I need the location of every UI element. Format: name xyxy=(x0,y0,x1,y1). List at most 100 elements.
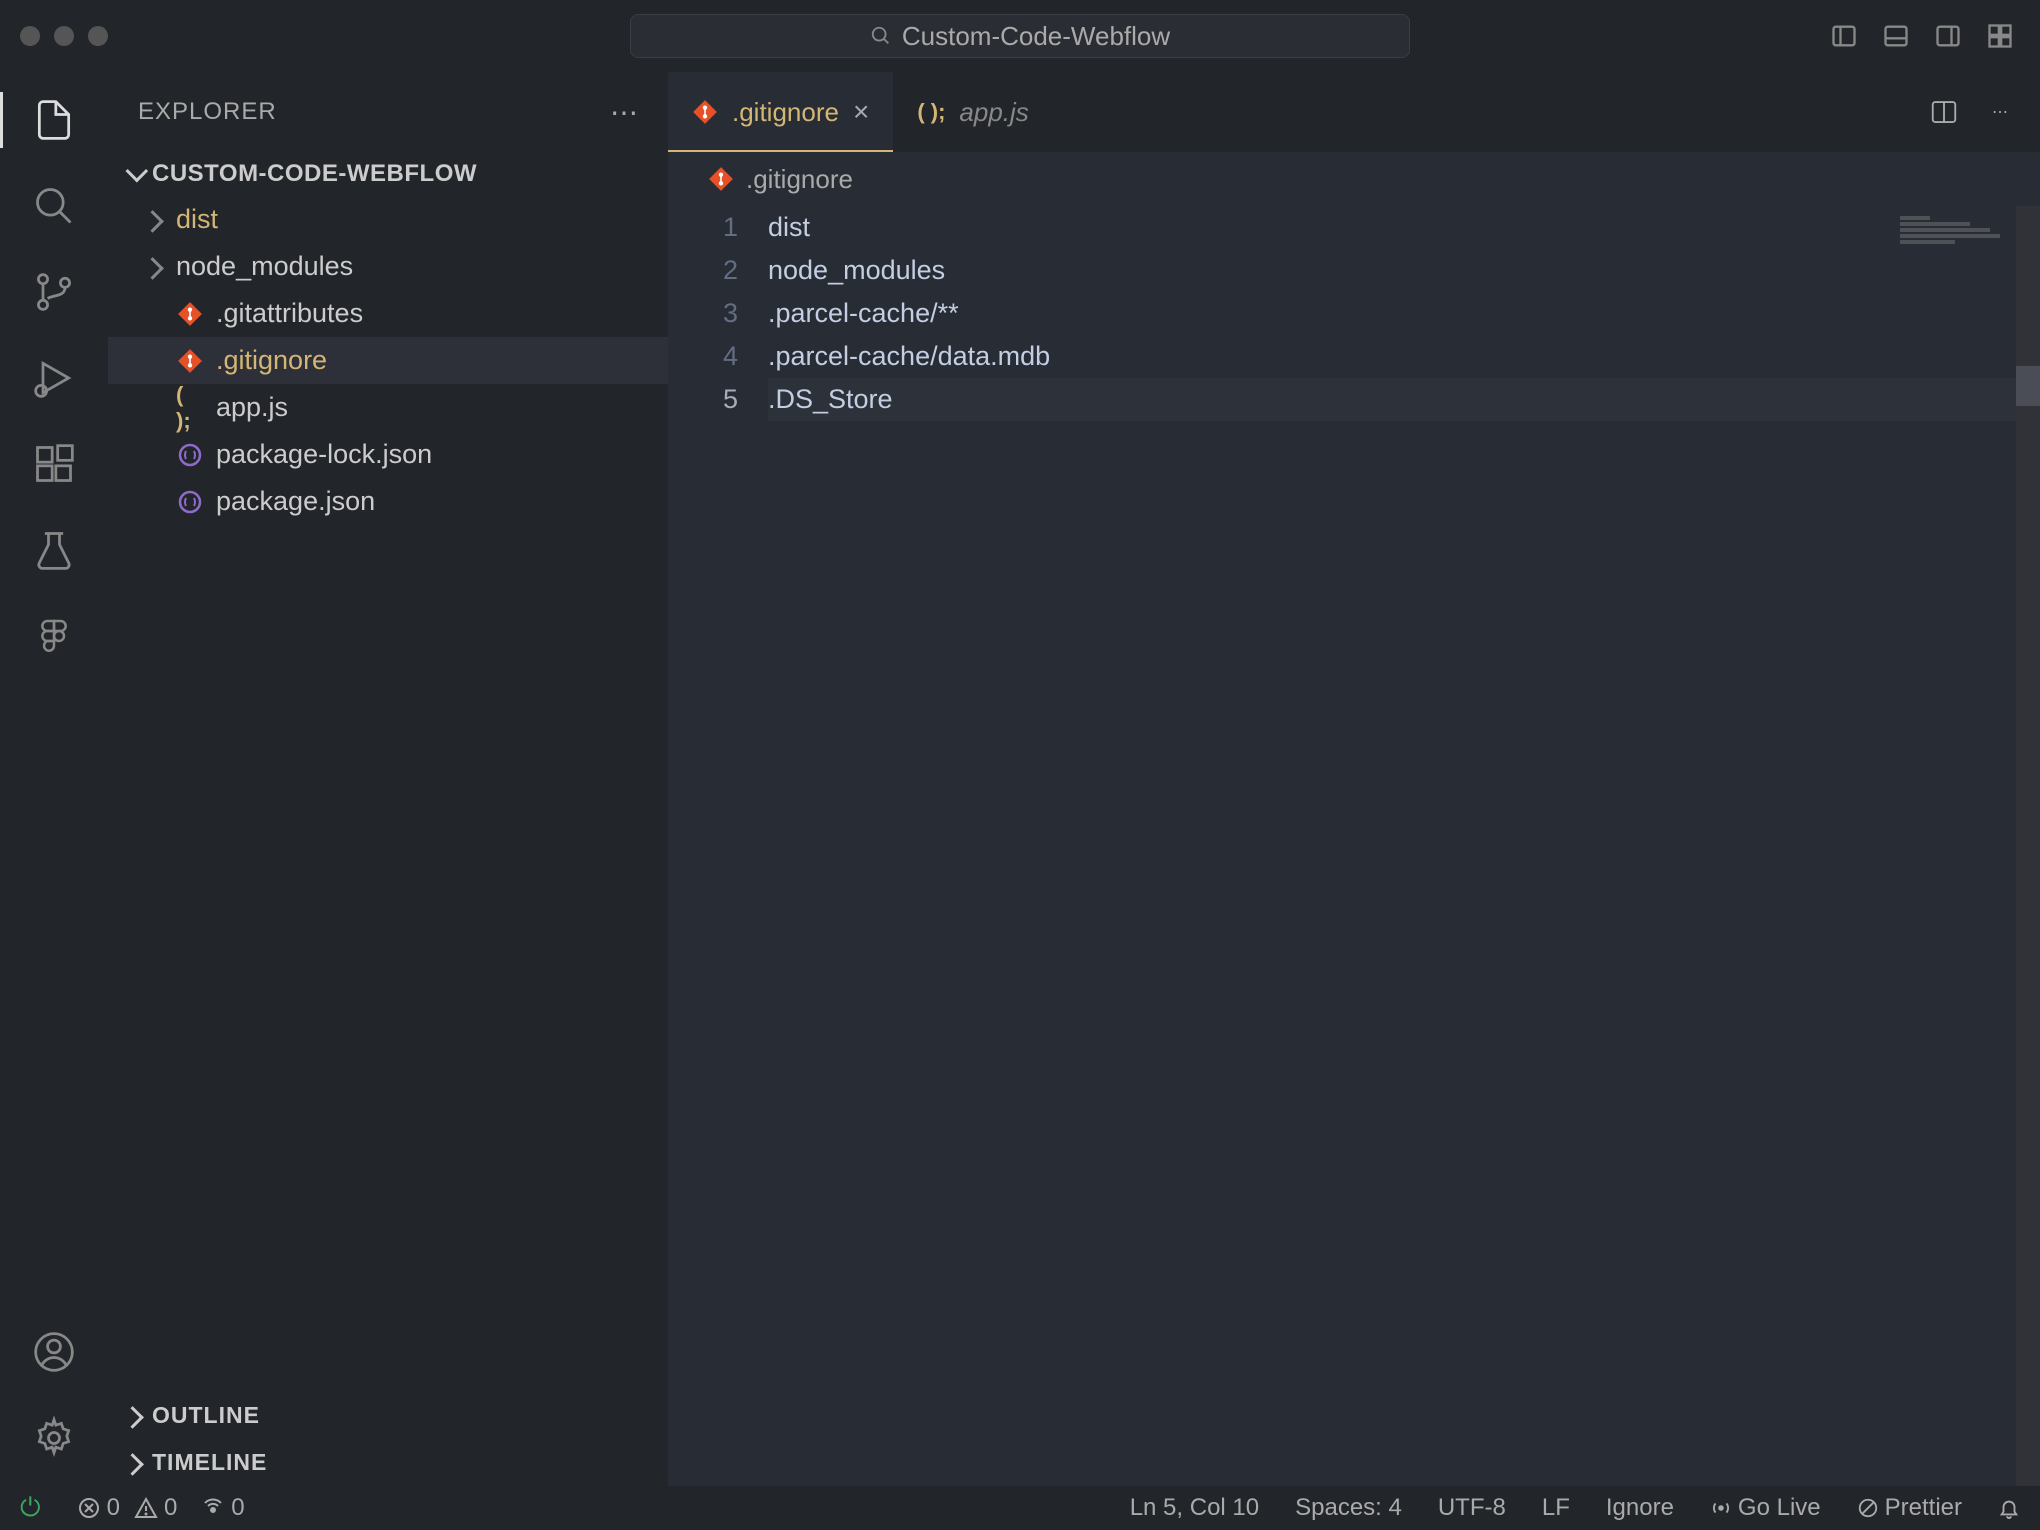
split-editor-button[interactable] xyxy=(1924,92,1964,132)
tab-label: .gitignore xyxy=(732,97,839,128)
cursor-position[interactable]: Ln 5, Col 10 xyxy=(1130,1494,1259,1522)
timeline-section[interactable]: TIMELINE xyxy=(108,1439,668,1486)
accounts-activity[interactable] xyxy=(26,1324,82,1380)
figma-icon xyxy=(34,616,74,656)
minimize-window-button[interactable] xyxy=(54,26,74,46)
tree-file-package-json[interactable]: package.json xyxy=(108,478,668,525)
line-number: 2 xyxy=(668,249,738,292)
tree-file-app-js[interactable]: ( ); app.js xyxy=(108,384,668,431)
editor-more-button[interactable]: ⋯ xyxy=(1980,92,2020,132)
line-number: 5 xyxy=(668,378,738,421)
explorer-header: EXPLORER ⋯ xyxy=(108,72,668,152)
settings-activity[interactable] xyxy=(26,1410,82,1466)
indentation-status[interactable]: Spaces: 4 xyxy=(1295,1494,1402,1522)
tree-folder-node-modules[interactable]: node_modules xyxy=(108,243,668,290)
outline-section[interactable]: OUTLINE xyxy=(108,1392,668,1439)
notifications-button[interactable] xyxy=(1998,1497,2020,1519)
code-lines[interactable]: dist node_modules .parcel-cache/** .parc… xyxy=(768,206,2040,1486)
tree-file-package-lock[interactable]: package-lock.json xyxy=(108,431,668,478)
source-control-activity[interactable] xyxy=(26,264,82,320)
warning-icon xyxy=(134,1496,158,1520)
warning-count: 0 xyxy=(164,1494,177,1522)
broadcast-icon xyxy=(1710,1497,1732,1519)
toggle-secondary-sidebar-button[interactable] xyxy=(1928,16,1968,56)
explorer-sidebar: EXPLORER ⋯ CUSTOM-CODE-WEBFLOW dist node… xyxy=(108,72,668,1486)
code-line: .parcel-cache/data.mdb xyxy=(768,335,2040,378)
figma-activity[interactable] xyxy=(26,608,82,664)
tree-file-gitattributes[interactable]: .gitattributes xyxy=(108,290,668,337)
js-file-icon: ( ); xyxy=(176,394,204,422)
git-file-icon xyxy=(708,166,734,192)
search-activity[interactable] xyxy=(26,178,82,234)
code-line: dist xyxy=(768,206,2040,249)
json-file-icon xyxy=(176,441,204,469)
titlebar: ← → Custom-Code-Webflow xyxy=(0,0,2040,72)
code-line: node_modules xyxy=(768,249,2040,292)
tree-item-label: .gitattributes xyxy=(216,298,363,329)
git-file-icon xyxy=(176,300,204,328)
toggle-panel-button[interactable] xyxy=(1876,16,1916,56)
workspace-folder-header[interactable]: CUSTOM-CODE-WEBFLOW xyxy=(108,152,668,196)
command-center-search[interactable]: Custom-Code-Webflow xyxy=(630,14,1410,58)
line-gutter: 1 2 3 4 5 xyxy=(668,206,768,1486)
vertical-scrollbar[interactable] xyxy=(2016,206,2040,1486)
error-count: 0 xyxy=(107,1494,120,1522)
tab-app-js[interactable]: ( ); app.js xyxy=(893,72,1052,152)
close-window-button[interactable] xyxy=(20,26,40,46)
error-icon xyxy=(77,1496,101,1520)
toggle-primary-sidebar-button[interactable] xyxy=(1824,16,1864,56)
encoding-status[interactable]: UTF-8 xyxy=(1438,1494,1506,1522)
chevron-right-icon xyxy=(141,257,164,280)
explorer-more-button[interactable]: ⋯ xyxy=(610,96,638,129)
eol-status[interactable]: LF xyxy=(1542,1494,1570,1522)
search-icon xyxy=(870,25,892,47)
breadcrumb-file: .gitignore xyxy=(746,164,853,195)
search-icon xyxy=(32,184,76,228)
editor-content[interactable]: 1 2 3 4 5 dist node_modules .parcel-cach… xyxy=(668,206,2040,1486)
tab-close-button[interactable]: × xyxy=(853,96,869,128)
maximize-window-button[interactable] xyxy=(88,26,108,46)
window-controls xyxy=(20,26,108,46)
editor-area: .gitignore × ( ); app.js ⋯ .gitignore 1 … xyxy=(668,72,2040,1486)
ports-status[interactable]: 0 xyxy=(201,1494,244,1522)
customize-layout-button[interactable] xyxy=(1980,16,2020,56)
tree-item-label: dist xyxy=(176,204,218,235)
tree-item-label: .gitignore xyxy=(216,345,327,376)
titlebar-layout-actions xyxy=(1824,16,2020,56)
file-tree: dist node_modules .gitattributes .gitign… xyxy=(108,196,668,1392)
search-text: Custom-Code-Webflow xyxy=(902,21,1170,52)
breadcrumb[interactable]: .gitignore xyxy=(668,152,2040,206)
ports-count: 0 xyxy=(231,1494,244,1522)
minimap[interactable] xyxy=(1900,216,2020,256)
line-number: 4 xyxy=(668,335,738,378)
beaker-icon xyxy=(32,528,76,572)
tree-file-gitignore[interactable]: .gitignore xyxy=(108,337,668,384)
git-branch-icon xyxy=(32,270,76,314)
tree-folder-dist[interactable]: dist xyxy=(108,196,668,243)
prettier-status[interactable]: Prettier xyxy=(1857,1494,1962,1522)
git-file-icon xyxy=(176,347,204,375)
go-live-button[interactable]: Go Live xyxy=(1710,1494,1821,1522)
testing-activity[interactable] xyxy=(26,522,82,578)
json-file-icon xyxy=(176,488,204,516)
tree-item-label: package-lock.json xyxy=(216,439,432,470)
code-line: .parcel-cache/** xyxy=(768,292,2040,335)
tab-label: app.js xyxy=(959,97,1028,128)
chevron-right-icon xyxy=(141,210,164,233)
account-icon xyxy=(32,1330,76,1374)
tab-gitignore[interactable]: .gitignore × xyxy=(668,72,893,152)
run-debug-activity[interactable] xyxy=(26,350,82,406)
chevron-down-icon xyxy=(126,160,149,183)
explorer-activity[interactable] xyxy=(26,92,82,148)
problems-status[interactable]: 0 0 xyxy=(77,1494,178,1522)
extensions-activity[interactable] xyxy=(26,436,82,492)
activity-bar xyxy=(0,72,108,1486)
workspace-folder-name: CUSTOM-CODE-WEBFLOW xyxy=(152,160,477,188)
chevron-right-icon xyxy=(121,1406,144,1429)
git-file-icon xyxy=(692,99,718,125)
remote-indicator[interactable]: ⏻ xyxy=(20,1492,41,1524)
line-number: 3 xyxy=(668,292,738,335)
tab-bar: .gitignore × ( ); app.js ⋯ xyxy=(668,72,2040,152)
tree-item-label: app.js xyxy=(216,392,288,423)
language-mode[interactable]: Ignore xyxy=(1606,1494,1674,1522)
